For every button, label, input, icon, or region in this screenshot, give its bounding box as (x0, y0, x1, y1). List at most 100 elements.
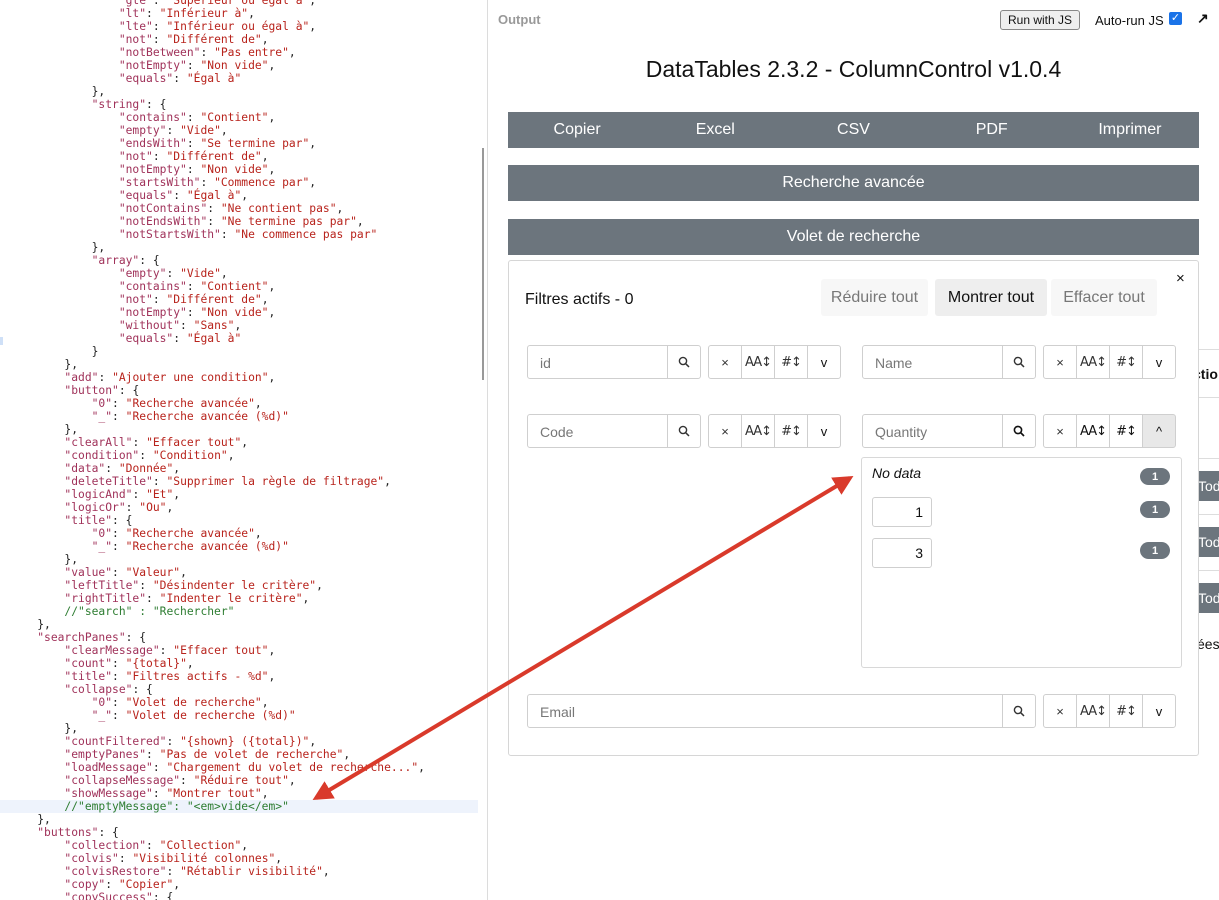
search-input-email[interactable]: Email (527, 694, 1036, 728)
code-line: "title": { (64, 514, 133, 527)
pdf-button[interactable]: PDF (923, 112, 1061, 148)
code-line: "searchPanes": { (37, 631, 147, 644)
code-line: "not": "Différent de", (118, 150, 269, 163)
sort-alpha-icon[interactable]: AA↕ (741, 414, 775, 448)
sort-numeric-icon[interactable]: #↕ (1109, 694, 1143, 728)
search-icon[interactable] (1002, 346, 1035, 378)
code-line: }, (10, 813, 51, 826)
code-line: }, (10, 423, 79, 436)
clear-icon[interactable]: × (1043, 414, 1077, 448)
search-panes-button[interactable]: Volet de recherche (508, 219, 1199, 255)
collapse-all-button[interactable]: Réduire tout (821, 279, 928, 316)
sort-numeric-icon[interactable]: #↕ (1109, 414, 1143, 448)
code-line: "contains": "Contient", (118, 111, 276, 124)
pane-controls-id: × AA↕ #↕ v (708, 345, 841, 379)
output-pane: Output Run with JS Auto-run JS ✓ ↗ DataT… (488, 0, 1219, 900)
expand-icon[interactable]: ↗ (1197, 10, 1209, 27)
code-line: "without": "Sans", (118, 319, 242, 332)
code-line: "leftTitle": "Désindenter le critère", (64, 579, 323, 592)
code-line: "logicOr": "Ou", (64, 501, 174, 514)
code-line: "lte": "Inférieur ou égal à", (118, 20, 317, 33)
search-placeholder: id (540, 355, 551, 371)
code-line: "lt": "Inférieur à", (118, 7, 255, 20)
active-filters-title: Filtres actifs - 0 (525, 291, 634, 308)
code-line: "showMessage": "Montrer tout", (64, 787, 269, 800)
chevron-down-icon[interactable]: v (807, 414, 841, 448)
search-input-id[interactable]: id (527, 345, 701, 379)
code-line: "not": "Différent de", (118, 293, 269, 306)
todo-button[interactable]: Todo (1196, 471, 1219, 501)
sort-alpha-icon[interactable]: AA↕ (1076, 345, 1110, 379)
sort-numeric-icon[interactable]: #↕ (1109, 345, 1143, 379)
sort-numeric-icon[interactable]: #↕ (774, 345, 808, 379)
table-footer-fragment: ées (1197, 636, 1219, 652)
list-item-value: 1 (872, 497, 932, 527)
list-item[interactable]: 3 1 (862, 538, 1181, 568)
export-button-bar: Copier Excel CSV PDF Imprimer (508, 112, 1199, 148)
chevron-down-icon[interactable]: v (807, 345, 841, 379)
sort-numeric-icon[interactable]: #↕ (774, 414, 808, 448)
show-all-button[interactable]: Montrer tout (935, 279, 1047, 316)
list-item[interactable]: 1 1 (862, 497, 1181, 527)
code-line: "title": "Filtres actifs - %d", (64, 670, 276, 683)
code-line: "add": "Ajouter une condition", (64, 371, 276, 384)
editor-scrollbar[interactable] (482, 148, 484, 380)
search-icon[interactable] (667, 346, 700, 378)
sort-alpha-icon[interactable]: AA↕ (741, 345, 775, 379)
chevron-down-icon[interactable]: v (1142, 694, 1176, 728)
list-item[interactable]: No data 1 (862, 458, 1181, 488)
search-icon[interactable] (667, 415, 700, 447)
code-line: "value": "Valeur", (64, 566, 187, 579)
clear-icon[interactable]: × (1043, 694, 1077, 728)
code-line: "string": { (91, 98, 167, 111)
code-line: "0": "Recherche avancée", (91, 527, 262, 540)
sort-alpha-icon[interactable]: AA↕ (1076, 694, 1110, 728)
print-button[interactable]: Imprimer (1061, 112, 1199, 148)
code-line: //"emptyMessage": "<em>vide</em>" (0, 800, 478, 813)
quantity-value-list: No data 1 1 1 3 1 (861, 457, 1182, 668)
app-root: "gte": "Supérieur ou égal à", "lt": "Inf… (0, 0, 1219, 900)
todo-button[interactable]: Todo (1196, 583, 1219, 613)
search-input-code[interactable]: Code (527, 414, 701, 448)
code-editor[interactable]: "gte": "Supérieur ou égal à", "lt": "Inf… (0, 0, 488, 900)
copy-button[interactable]: Copier (508, 112, 646, 148)
code-line: }, (10, 553, 79, 566)
search-icon[interactable] (1002, 695, 1035, 727)
code-line: "colvisRestore": "Rétablir visibilité", (64, 865, 330, 878)
code-line: "collection": "Collection", (64, 839, 249, 852)
code-line: }, (10, 358, 79, 371)
todo-button[interactable]: Todo (1196, 527, 1219, 557)
search-icon[interactable] (1002, 415, 1035, 447)
clear-icon[interactable]: × (1043, 345, 1077, 379)
code-line: "countFiltered": "{shown} ({total})", (64, 735, 317, 748)
csv-button[interactable]: CSV (784, 112, 922, 148)
code-content[interactable]: "gte": "Supérieur ou égal à", "lt": "Inf… (0, 0, 478, 900)
code-line: "button": { (64, 384, 140, 397)
count-badge: 1 (1140, 468, 1170, 485)
code-line: "not": "Différent de", (118, 33, 269, 46)
autorun-checkbox[interactable]: ✓ (1169, 12, 1182, 25)
sort-alpha-icon[interactable]: AA↕ (1076, 414, 1110, 448)
code-line: "0": "Recherche avancée", (91, 397, 262, 410)
clear-icon[interactable]: × (708, 414, 742, 448)
code-line: "emptyPanes": "Pas de volet de recherche… (64, 748, 351, 761)
search-input-quantity[interactable]: Quantity (862, 414, 1036, 448)
list-item-value: 3 (872, 538, 932, 568)
close-icon[interactable]: × (1176, 270, 1185, 287)
search-input-name[interactable]: Name (862, 345, 1036, 379)
search-placeholder: Name (875, 355, 913, 371)
code-line: "notBetween": "Pas entre", (118, 46, 296, 59)
code-line: "collapse": { (64, 683, 153, 696)
clear-icon[interactable]: × (708, 345, 742, 379)
run-with-js-button[interactable]: Run with JS (1000, 10, 1080, 30)
count-badge: 1 (1140, 501, 1170, 518)
chevron-up-icon[interactable]: ^ (1142, 414, 1176, 448)
code-line: "gte": "Supérieur ou égal à", (118, 0, 317, 7)
excel-button[interactable]: Excel (646, 112, 784, 148)
advanced-search-button[interactable]: Recherche avancée (508, 165, 1199, 201)
clear-all-button[interactable]: Effacer tout (1051, 279, 1157, 316)
code-line: "clearMessage": "Effacer tout", (64, 644, 276, 657)
pane-controls-email: × AA↕ #↕ v (1043, 694, 1176, 728)
chevron-down-icon[interactable]: v (1142, 345, 1176, 379)
code-line: "buttons": { (37, 826, 119, 839)
